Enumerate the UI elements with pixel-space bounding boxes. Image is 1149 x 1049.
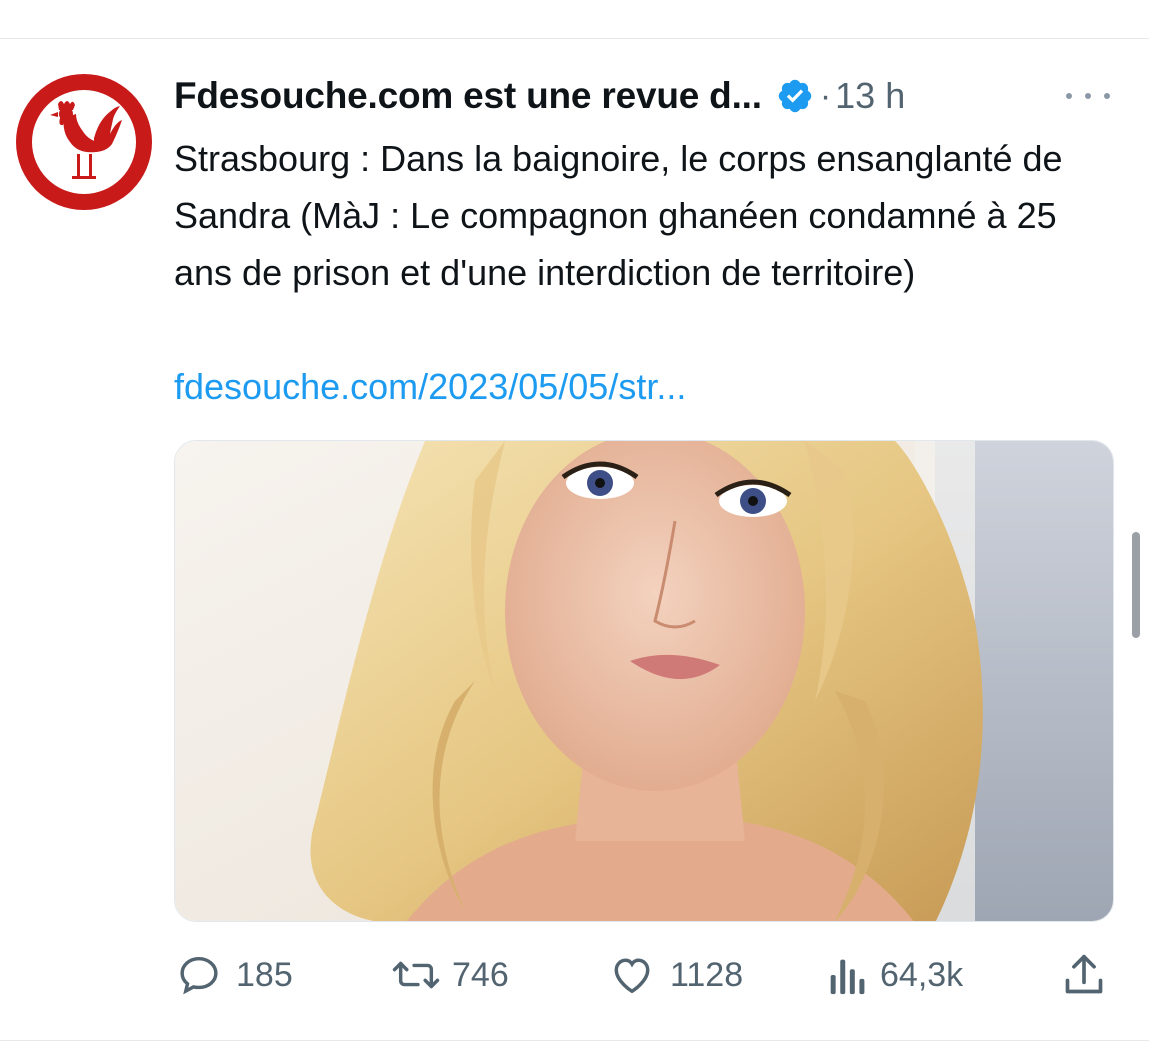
reply-icon — [180, 956, 218, 995]
verified-badge-icon[interactable] — [776, 77, 814, 115]
scrollbar[interactable] — [1132, 532, 1140, 638]
tweet-media-photo[interactable] — [174, 440, 1114, 922]
rooster-logo-icon — [50, 101, 122, 179]
tweet-link[interactable]: fdesouche.com/2023/05/05/str... — [174, 358, 686, 415]
bottom-divider — [0, 1040, 1149, 1041]
views-button[interactable]: 64,3k — [826, 948, 963, 1002]
retweet-button[interactable]: 746 — [390, 948, 509, 1002]
timestamp[interactable]: 13 h — [835, 75, 905, 117]
more-options-icon[interactable] — [1066, 88, 1110, 104]
avatar[interactable] — [16, 74, 152, 210]
display-name[interactable]: Fdesouche.com est une revue d... — [174, 75, 762, 117]
like-count: 1128 — [670, 955, 744, 994]
tweet-text: Strasbourg : Dans la baignoire, le corps… — [174, 138, 1063, 293]
retweet-count: 746 — [452, 955, 509, 994]
top-divider — [0, 38, 1149, 39]
views-chart-icon — [830, 959, 865, 995]
separator-dot: · — [819, 76, 832, 115]
reply-count: 185 — [236, 955, 293, 994]
avatar-inner — [32, 90, 136, 194]
reply-button[interactable]: 185 — [176, 948, 293, 1002]
views-count: 64,3k — [880, 955, 964, 994]
action-bar: 185 746 1128 64,3k — [0, 948, 1149, 1002]
share-button[interactable] — [1062, 948, 1106, 1002]
photo-of-woman — [175, 441, 1113, 921]
heart-icon — [614, 958, 650, 994]
share-icon — [1065, 954, 1103, 994]
tweet-header: Fdesouche.com est une revue d... · 13 h — [174, 70, 905, 122]
like-button[interactable]: 1128 — [608, 948, 743, 1002]
retweet-icon — [392, 961, 440, 989]
